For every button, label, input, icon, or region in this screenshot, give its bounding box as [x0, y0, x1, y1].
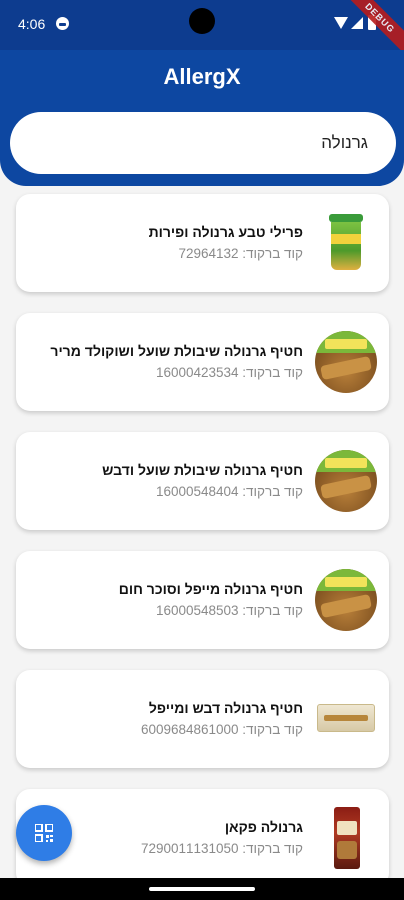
notification-icon [56, 17, 69, 30]
qr-scan-icon [35, 824, 53, 842]
product-card[interactable]: חטיף גרנולה מייפל וסוכר חום קוד ברקוד: 1… [16, 551, 389, 649]
product-name: חטיף גרנולה שיבולת שועל ושוקולד מריר [50, 343, 303, 359]
app-header: AllergX [0, 50, 404, 186]
granola-bar-icon [315, 569, 377, 631]
granola-bar-icon [315, 331, 377, 393]
product-card[interactable]: חטיף גרנולה דבש ומייפל קוד ברקוד: 600968… [16, 670, 389, 768]
app-screen: 4:06 DEBUG AllergX פרילי טבע גרנולה ופיר… [0, 0, 404, 900]
product-name: גרנולה פקאן [224, 819, 303, 835]
wifi-icon [334, 17, 348, 29]
status-bar: 4:06 DEBUG [0, 0, 404, 60]
product-card[interactable]: פרילי טבע גרנולה ופירות קוד ברקוד: 72964… [16, 194, 389, 292]
product-card[interactable]: גרנולה פקאן קוד ברקוד: 7290011131050 [16, 789, 389, 887]
product-barcode: קוד ברקוד: 16000548503 [155, 603, 303, 618]
product-list: פרילי טבע גרנולה ופירות קוד ברקוד: 72964… [16, 194, 389, 900]
camera-cutout [189, 8, 215, 34]
snack-box-icon [315, 688, 377, 750]
product-card[interactable]: חטיף גרנולה שיבולת שועל ודבש קוד ברקוד: … [16, 432, 389, 530]
product-barcode: קוד ברקוד: 7290011131050 [140, 841, 303, 856]
product-card[interactable]: חטיף גרנולה שיבולת שועל ושוקולד מריר קוד… [16, 313, 389, 411]
signal-icon [351, 17, 363, 29]
product-name: פרילי טבע גרנולה ופירות [148, 224, 303, 240]
status-time: 4:06 [18, 16, 46, 32]
product-barcode: קוד ברקוד: 16000548404 [155, 484, 303, 499]
home-indicator[interactable] [149, 887, 255, 891]
granola-bag-icon [315, 807, 377, 869]
product-barcode: קוד ברקוד: 72964132 [178, 246, 303, 261]
product-name: חטיף גרנולה שיבולת שועל ודבש [102, 462, 303, 478]
navigation-bar [0, 878, 404, 900]
product-barcode: קוד ברקוד: 16000423534 [155, 365, 303, 380]
scan-barcode-button[interactable] [16, 805, 72, 861]
search-input[interactable] [10, 112, 396, 174]
yogurt-cup-icon [315, 212, 377, 274]
product-name: חטיף גרנולה מייפל וסוכר חום [118, 581, 303, 597]
product-barcode: קוד ברקוד: 6009684861000 [140, 722, 303, 737]
product-name: חטיף גרנולה דבש ומייפל [148, 700, 303, 716]
granola-bar-icon [315, 450, 377, 512]
app-title: AllergX [163, 64, 241, 89]
